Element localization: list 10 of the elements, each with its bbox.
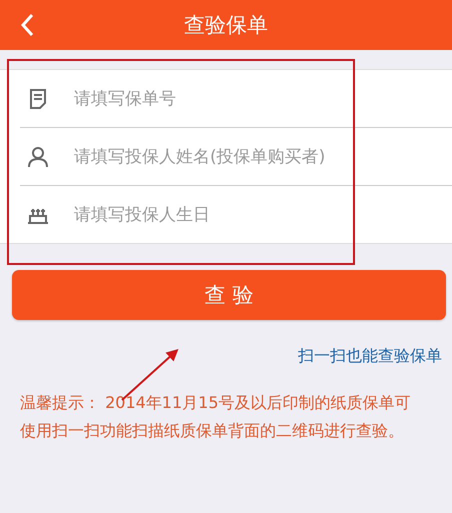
notice-text: 温馨提示： 2014年11月15号及以后印制的纸质保单可使用扫一扫功能扫描纸质保单背面的二维码进行查验。 — [20, 392, 412, 442]
back-icon — [20, 13, 34, 37]
check-button[interactable]: 查 验 — [12, 270, 446, 320]
scan-link[interactable]: 扫一扫也能查验保单 — [298, 346, 442, 367]
input-field[interactable]: 请填写保单号 — [74, 88, 434, 108]
input-field[interactable]: 请填写投保人生日 — [74, 204, 434, 224]
input-field[interactable]: 请填写投保人姓名(投保单购买者) — [74, 146, 434, 166]
page-title: 查验保单 — [184, 12, 268, 39]
person-icon — [28, 146, 48, 166]
document-icon — [29, 88, 47, 108]
